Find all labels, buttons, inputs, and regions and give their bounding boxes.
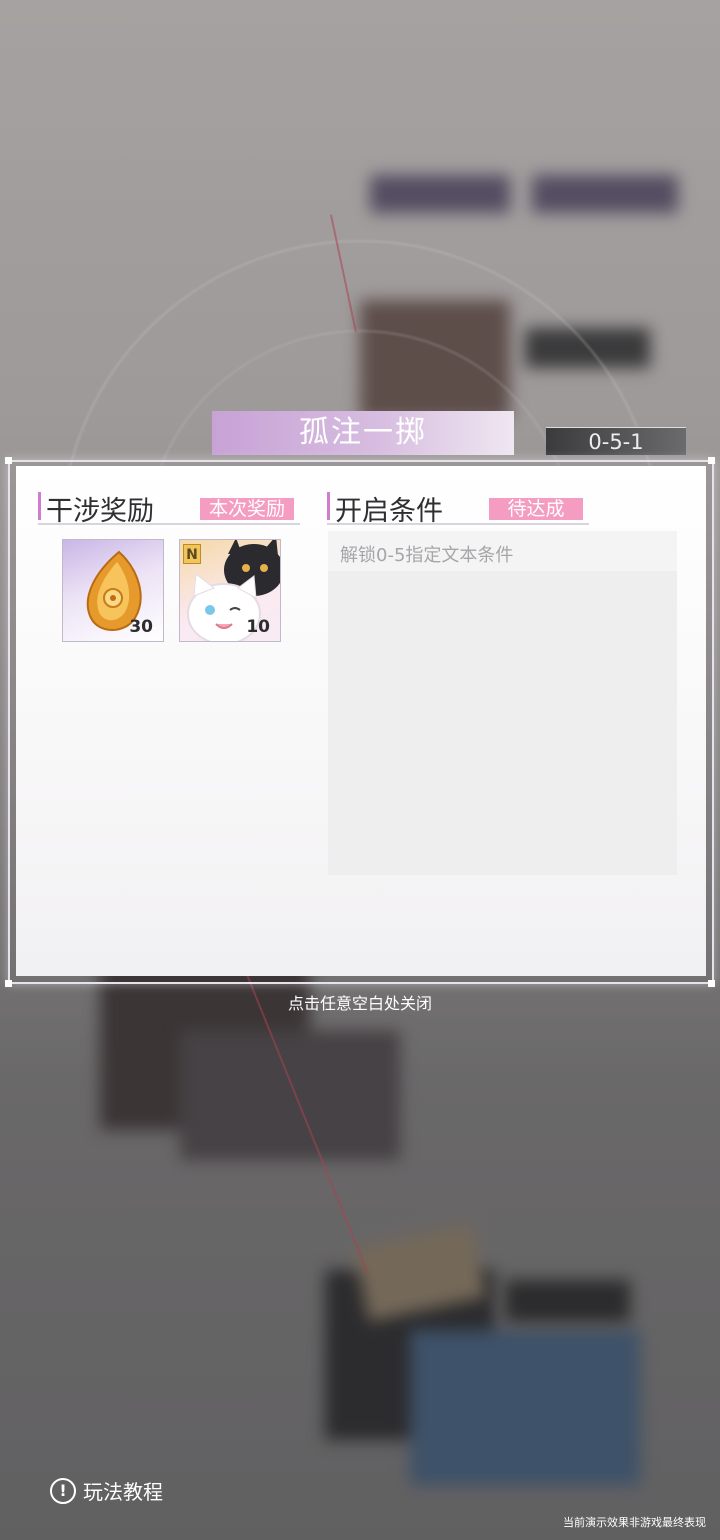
frame-corner bbox=[5, 980, 12, 987]
exclamation-circle-icon: ! bbox=[50, 1477, 76, 1504]
stage-title: 孤注一掷 bbox=[212, 411, 514, 455]
rewards-tag: 本次奖励 bbox=[200, 498, 294, 520]
frame-corner bbox=[708, 980, 715, 987]
tutorial-button[interactable]: ! 玩法教程 bbox=[50, 1476, 163, 1505]
section-marker bbox=[327, 492, 330, 520]
reward-item[interactable]: N 10 bbox=[179, 539, 281, 642]
reward-item[interactable]: 30 bbox=[62, 539, 164, 642]
frame-corner bbox=[5, 457, 12, 464]
condition-text: 解锁0-5指定文本条件 bbox=[340, 545, 514, 566]
conditions-list: 解锁0-5指定文本条件 bbox=[328, 531, 677, 875]
frame-corner bbox=[708, 457, 715, 464]
condition-row: 解锁0-5指定文本条件 bbox=[328, 531, 677, 571]
reward-count: 10 bbox=[246, 617, 270, 637]
conditions-status-tag: 待达成 bbox=[489, 498, 583, 520]
reward-count: 30 bbox=[129, 617, 153, 637]
close-hint[interactable]: 点击任意空白处关闭 bbox=[0, 990, 720, 1014]
section-marker bbox=[38, 492, 41, 520]
footer-note: 当前演示效果非游戏最终表现 bbox=[563, 1516, 706, 1529]
section-underline bbox=[327, 523, 589, 525]
stage-code: 0-5-1 bbox=[546, 427, 686, 455]
rarity-badge: N bbox=[183, 544, 201, 564]
tutorial-label: 玩法教程 bbox=[83, 1480, 163, 1504]
section-underline bbox=[38, 523, 300, 525]
